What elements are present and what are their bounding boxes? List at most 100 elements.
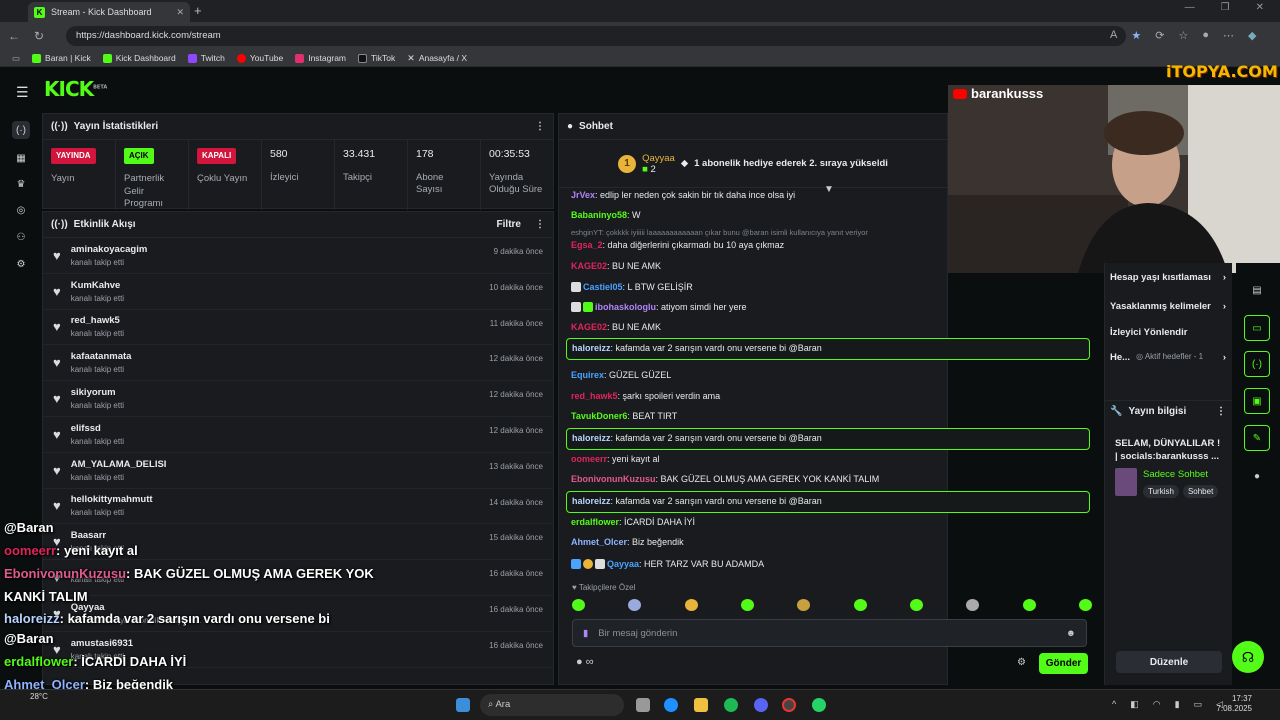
- chat-username[interactable]: KAGE02: [571, 322, 607, 332]
- chat-username[interactable]: Ahmet_Olcer: [571, 537, 627, 547]
- chat-settings-icon[interactable]: ⚙: [1017, 657, 1026, 668]
- stream-info-menu-icon[interactable]: ⋮: [1216, 406, 1226, 417]
- activity-row[interactable]: ♥ KumKahve kanalı takip etti 10 dakika ö…: [43, 274, 553, 310]
- chat-message[interactable]: ibohaskologlu: atiyom simdi her yere: [566, 302, 747, 313]
- activity-row[interactable]: ♥ elifssd kanalı takip etti 12 dakika ön…: [43, 417, 553, 453]
- chat-message[interactable]: Equirex: GÜZEL GÜZEL: [566, 370, 671, 381]
- chat-username[interactable]: oomeerr: [571, 454, 607, 464]
- bookmark-baran-kick[interactable]: Baran | Kick: [32, 53, 91, 63]
- maximize-icon[interactable]: ❐: [1221, 2, 1230, 13]
- activity-row[interactable]: ♥ aminakoyacagim kanalı takip etti 9 dak…: [43, 238, 553, 274]
- close-window-icon[interactable]: ✕: [1256, 2, 1264, 13]
- chat-message[interactable]: Babaninyo58: W: [566, 210, 641, 221]
- channel-points-icon[interactable]: ● ∞: [576, 656, 594, 668]
- stream-broadcast-icon[interactable]: (·): [12, 121, 30, 139]
- community-icon[interactable]: ⚇: [12, 228, 30, 246]
- active-goals[interactable]: He... ◎ Aktif hedefler - 1 ›: [1110, 352, 1226, 363]
- bookmark-x[interactable]: ✕ Anasayfa / X: [407, 53, 467, 64]
- viewer-redirect[interactable]: İzleyici Yönlendir: [1110, 327, 1226, 338]
- chat-username[interactable]: haloreizz: [572, 433, 611, 443]
- back-icon[interactable]: ←: [8, 29, 20, 43]
- chat-username[interactable]: haloreizz: [572, 343, 611, 353]
- microphone-icon[interactable]: ▮: [583, 628, 588, 639]
- bookmark-instagram[interactable]: Instagram: [295, 53, 346, 63]
- wrench-toggle-icon[interactable]: ✎: [1244, 425, 1270, 451]
- banned-words[interactable]: Yasaklanmış kelimeler ›: [1110, 301, 1226, 312]
- chat-message[interactable]: JrVex: edlip ler neden çok sakin bir tık…: [566, 190, 795, 201]
- chat-message[interactable]: EbonivonunKuzusu: BAK GÜZEL OLMUŞ AMA GE…: [566, 474, 879, 485]
- chat-toggle-icon[interactable]: ▭: [1244, 315, 1270, 341]
- chat-message[interactable]: red_hawk5: şarkı spoileri verdin ama: [566, 391, 720, 402]
- chat-message[interactable]: haloreizz: kafamda var 2 sarışın vardı o…: [566, 428, 1090, 450]
- emote-icon[interactable]: [797, 599, 811, 611]
- chat-message[interactable]: haloreizz: kafamda var 2 sarışın vardı o…: [566, 491, 1090, 513]
- activity-row[interactable]: ♥ kafaatanmata kanalı takip etti 12 daki…: [43, 345, 553, 382]
- chat-username[interactable]: haloreizz: [572, 496, 611, 506]
- settings-gear-icon[interactable]: ⚙: [12, 255, 30, 273]
- wifi-icon[interactable]: ◠: [1153, 699, 1161, 710]
- support-fab-icon[interactable]: ☊: [1232, 641, 1264, 673]
- close-tab-icon[interactable]: ✕: [176, 7, 184, 18]
- spotify-icon[interactable]: [724, 698, 738, 712]
- taskbar-search[interactable]: ⌕ Ara: [480, 694, 624, 716]
- whatsapp-icon[interactable]: [812, 698, 826, 712]
- moderation-icon[interactable]: ◎: [12, 201, 30, 219]
- tag[interactable]: Turkish: [1143, 485, 1179, 498]
- bookmark-youtube[interactable]: YouTube: [236, 53, 283, 63]
- activity-row[interactable]: ♥ hellokittymahmutt kanalı takip etti 14…: [43, 489, 553, 525]
- weather[interactable]: 28°C: [30, 692, 48, 701]
- chat-username[interactable]: Egsa_2: [571, 240, 603, 250]
- bookmark-twitch[interactable]: Twitch: [187, 53, 225, 63]
- chat-username[interactable]: TavukDoner6: [571, 411, 627, 421]
- hamburger-menu-icon[interactable]: ☰: [16, 84, 29, 101]
- chat-message[interactable]: KAGE02: BU NE AMK: [566, 322, 661, 333]
- chat-message[interactable]: oomeerr: yeni kayıt al: [566, 454, 660, 465]
- bookmarks-folder-icon[interactable]: ▭: [12, 53, 20, 64]
- emote-icon[interactable]: [684, 599, 698, 611]
- chat-username[interactable]: Equirex: [571, 370, 604, 380]
- minimize-icon[interactable]: —: [1185, 2, 1195, 13]
- copilot-icon[interactable]: ◆: [1248, 29, 1256, 42]
- scroll-down-icon[interactable]: ▼: [824, 184, 834, 195]
- chat-username[interactable]: ibohaskologlu: [595, 302, 656, 312]
- chat-message[interactable]: Ahmet_Olcer: Biz beğendik: [566, 537, 684, 548]
- clock[interactable]: 17:37 7.08.2025: [1216, 694, 1252, 715]
- chat-message[interactable]: eshginYT: çokkkk iyiiiii laaaaaaaaaaaan …: [566, 228, 868, 251]
- chat-message[interactable]: Castiel05: L BTW GELİŞİR: [566, 282, 693, 293]
- emote-icon[interactable]: [740, 599, 754, 611]
- chat-message[interactable]: erdalflower: İCARDİ DAHA İYİ: [566, 517, 695, 528]
- discord-icon[interactable]: [754, 698, 768, 712]
- menu-dots-icon[interactable]: ⋯: [1223, 29, 1234, 42]
- read-aloud-icon[interactable]: A: [1110, 29, 1117, 42]
- emote-icon[interactable]: [853, 599, 867, 611]
- url-field[interactable]: https://dashboard.kick.com/stream: [66, 26, 1126, 46]
- tag[interactable]: Sohbet: [1182, 485, 1219, 498]
- new-tab-icon[interactable]: +: [194, 3, 202, 18]
- chat-username[interactable]: Castiel05: [583, 282, 623, 292]
- network-icon[interactable]: ▭: [1194, 699, 1203, 710]
- emote-icon[interactable]: [966, 599, 980, 611]
- browser-tab[interactable]: K Stream - Kick Dashboard ✕: [28, 2, 190, 22]
- chat-message[interactable]: TavukDoner6: BEAT TIRT: [566, 411, 677, 422]
- activity-menu-icon[interactable]: ⋮: [535, 219, 545, 230]
- trophy-icon[interactable]: ♛: [12, 175, 30, 193]
- chat-username[interactable]: JrVex: [571, 190, 595, 200]
- chat-username[interactable]: erdalflower: [571, 517, 619, 527]
- edge-icon[interactable]: [664, 698, 678, 712]
- category-link[interactable]: Sadece Sohbet: [1143, 469, 1208, 480]
- account-age-restriction[interactable]: Hesap yaşı kısıtlaması ›: [1110, 272, 1226, 283]
- activity-row[interactable]: ♥ red_hawk5 kanalı takip etti 11 dakika …: [43, 310, 553, 346]
- chat-message[interactable]: KAGE02: BU NE AMK: [566, 261, 661, 272]
- filter-button[interactable]: Filtre: [497, 219, 521, 230]
- analytics-icon[interactable]: ▦: [12, 149, 30, 167]
- points-icon[interactable]: ●: [1244, 463, 1270, 489]
- send-button[interactable]: Gönder: [1039, 653, 1088, 674]
- start-icon[interactable]: [456, 698, 470, 712]
- chat-message[interactable]: Qayyaa: HER TARZ VAR BU ADAMDA: [566, 559, 764, 570]
- stats-menu-icon[interactable]: ⋮: [535, 121, 545, 132]
- bookmark-kick-dashboard[interactable]: Kick Dashboard: [102, 53, 176, 63]
- mic-icon[interactable]: ▮: [1175, 699, 1180, 710]
- task-view-icon[interactable]: [636, 698, 650, 712]
- emote-icon[interactable]: [572, 599, 585, 611]
- emote-icon[interactable]: [628, 599, 642, 611]
